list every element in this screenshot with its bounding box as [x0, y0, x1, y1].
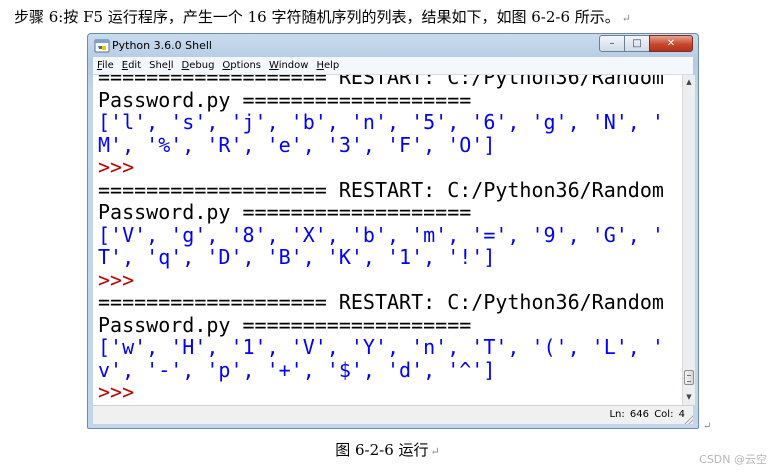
scroll-down-icon[interactable]: ▼ — [683, 391, 695, 404]
result-list-line: v', '-', 'p', '+', '$', 'd', '^'] — [98, 357, 496, 382]
paragraph-mark: ↵ — [703, 421, 712, 432]
maximize-icon: □ — [632, 38, 642, 49]
step-text: 步骤 6:按 F5 运行程序，产生一个 16 字符随机序列的列表，结果如下，如图… — [14, 8, 620, 26]
minimize-button[interactable]: – — [599, 35, 625, 52]
restart-banner-line: Password.py =================== — [98, 87, 472, 112]
menu-window-accel: W — [269, 60, 279, 71]
menu-shell[interactable]: Shell — [149, 60, 173, 71]
status-bar: Ln: 646 Col: 4 — [93, 405, 693, 424]
window-title: Python 3.6.0 Shell — [112, 39, 212, 52]
line-label: Ln: — [609, 409, 625, 420]
close-button[interactable]: ✕ — [649, 35, 693, 52]
resize-grip-icon[interactable] — [683, 414, 693, 424]
shell-prompt: >>> — [98, 155, 135, 179]
menu-file[interactable]: File — [97, 60, 114, 71]
restart-banner-line: Password.py =================== — [98, 200, 472, 224]
restart-banner-line: =================== RESTART: C:/Python36… — [98, 177, 664, 202]
shell-output: =================== RESTART: C:/Python36… — [93, 75, 682, 404]
menu-debug-label: ebug — [189, 60, 215, 71]
shell-prompt: >>> — [98, 380, 135, 404]
window-controls: – □ ✕ — [599, 35, 693, 52]
title-bar[interactable]: Python 3.6.0 Shell – □ ✕ — [88, 34, 698, 56]
menu-help-accel: H — [316, 60, 324, 71]
paragraph-mark: ↵ — [621, 12, 632, 25]
result-list-line: T', 'q', 'D', 'B', 'K', '1', '!'] — [98, 245, 496, 269]
shell-prompt: >>> — [98, 267, 135, 292]
cursor-position: Ln: 646 Col: 4 — [609, 409, 685, 420]
menu-window-label: indow — [278, 60, 309, 71]
menu-edit[interactable]: Edit — [122, 60, 141, 71]
result-list-line: ['V', 'g', '8', 'X', 'b', 'm', '=', '9',… — [98, 222, 664, 247]
menu-edit-label: dit — [128, 60, 142, 71]
watermark: CSDN @云空 — [699, 453, 767, 466]
restart-banner-line: =================== RESTART: C:/Python36… — [98, 75, 664, 89]
scroll-up-icon[interactable]: ▲ — [683, 76, 695, 89]
menu-bar: File Edit Shell Debug Options Window Hel… — [93, 57, 693, 75]
menu-file-label: ile — [102, 60, 114, 71]
python-idle-icon — [94, 39, 110, 53]
menu-help[interactable]: Help — [316, 60, 339, 71]
idle-shell-window: Python 3.6.0 Shell – □ ✕ File Edit Shell… — [87, 33, 699, 429]
close-icon: ✕ — [666, 38, 676, 49]
result-list-line: M', '%', 'R', 'e', '3', 'F', 'O'] — [98, 132, 496, 157]
vertical-scrollbar[interactable]: ▲ ▼ — [682, 75, 695, 405]
menu-shell-label: l — [170, 60, 174, 71]
restart-banner-line: =================== RESTART: C:/Python36… — [98, 290, 664, 314]
menu-shell-pre: She — [149, 60, 168, 71]
menu-debug[interactable]: Debug — [182, 60, 215, 71]
minimize-icon: – — [609, 38, 615, 49]
result-list-line: ['w', 'H', '1', 'V', 'Y', 'n', 'T', '(',… — [98, 335, 664, 359]
result-list-line: ['l', 's', 'j', 'b', 'n', '5', '6', 'g',… — [98, 110, 664, 134]
menu-window[interactable]: Window — [269, 60, 308, 71]
maximize-button[interactable]: □ — [624, 35, 650, 52]
menu-options[interactable]: Options — [222, 60, 261, 71]
restart-banner-line: Password.py =================== — [98, 312, 472, 337]
paragraph-mark: ↵ — [430, 445, 440, 458]
column-label: Col: — [654, 409, 674, 420]
figure-caption: 图 6-2-6 运行 ↵ — [0, 439, 775, 460]
menu-help-label: elp — [323, 60, 340, 71]
menu-options-label: ptions — [230, 60, 262, 71]
scrollbar-thumb[interactable] — [684, 370, 694, 385]
line-number: 646 — [629, 409, 649, 420]
shell-text-area[interactable]: =================== RESTART: C:/Python36… — [93, 75, 682, 405]
step-instruction: 步骤 6:按 F5 运行程序，产生一个 16 字符随机序列的列表，结果如下，如图… — [14, 6, 631, 27]
caption-text: 图 6-2-6 运行 — [335, 441, 429, 459]
